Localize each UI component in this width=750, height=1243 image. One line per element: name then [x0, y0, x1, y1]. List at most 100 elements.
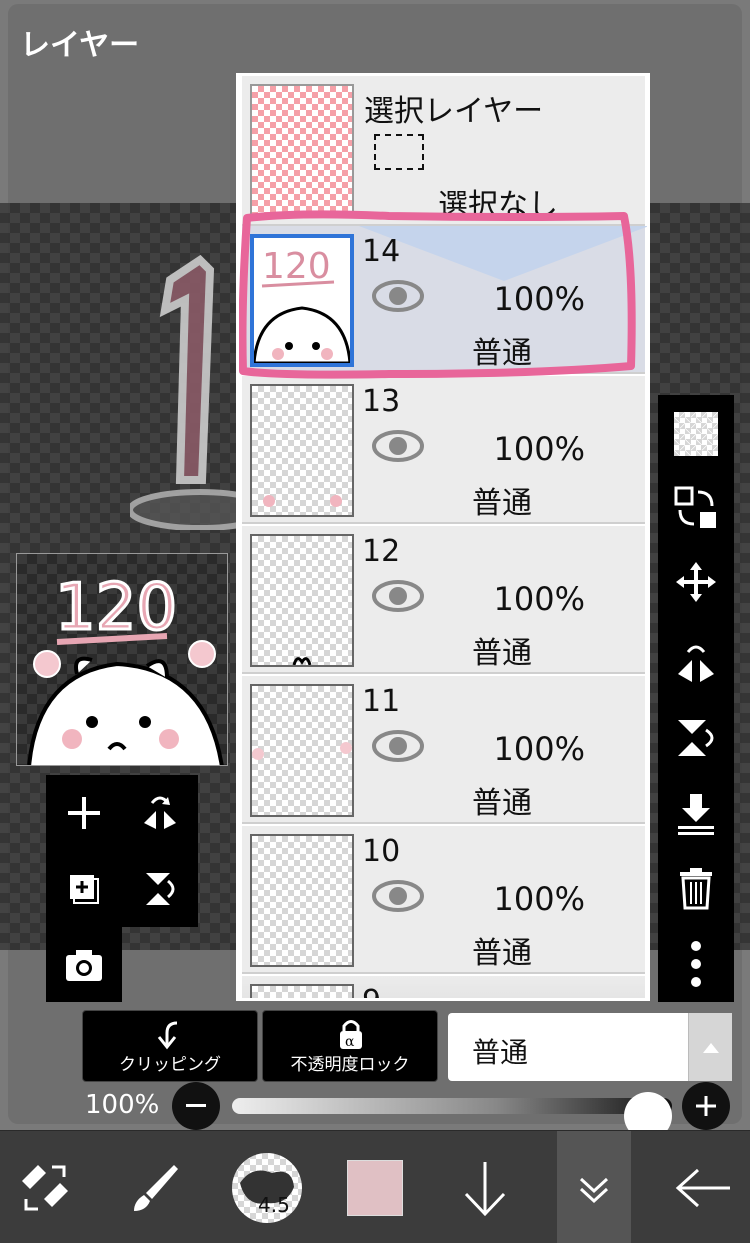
color-swatch	[347, 1159, 403, 1216]
layer-blend-mode: 普通	[472, 486, 532, 521]
layer-row-11[interactable]: 11 100% 普通	[242, 676, 645, 824]
layer-thumbnail-9	[250, 984, 354, 998]
selection-highlight-annotation	[239, 210, 636, 379]
clipping-arrow-icon	[157, 1021, 178, 1050]
selection-layer-name: 選択レイヤー	[364, 94, 544, 129]
svg-text:α: α	[345, 1034, 355, 1050]
layer-blend-mode: 普通	[472, 636, 532, 671]
opacity-increase-button[interactable]	[682, 1082, 730, 1130]
layer-preview: 120	[16, 553, 228, 766]
blend-mode-value: 普通	[472, 1036, 529, 1069]
opacity-slider-row: 100%	[0, 1082, 750, 1140]
layer-swap-button[interactable]	[658, 473, 734, 543]
flip-horizontal-icon	[678, 645, 714, 682]
layer-number: 9	[362, 984, 381, 998]
eye-icon[interactable]	[372, 430, 424, 462]
move-arrows-icon	[676, 562, 716, 602]
layer-blend-mode: 普通	[472, 936, 532, 971]
chevron-down-icon	[579, 1177, 609, 1203]
layer-row-9[interactable]: 9	[242, 976, 645, 998]
layer-number: 12	[362, 534, 401, 569]
layer-thumbnail-12	[250, 534, 354, 667]
bottom-toolbar: 4.5	[0, 1130, 750, 1243]
clipping-button[interactable]: クリッピング	[82, 1010, 258, 1082]
back-button[interactable]	[664, 1131, 744, 1243]
transparency-button[interactable]	[658, 399, 734, 469]
layer-thumbnail-11	[250, 684, 354, 817]
brush-size-preview: 4.5	[232, 1152, 302, 1223]
layer-list[interactable]: 選択レイヤー 選択なし 120 14 100% 普通 13 100% 普通 12…	[236, 73, 650, 1001]
layer-controls: クリッピング α 不透明度ロック 普通 100%	[0, 1002, 750, 1140]
layer-thumbnail-art	[292, 657, 312, 666]
layer-thumbnail-art	[252, 742, 352, 760]
arrow-left-icon	[675, 1168, 730, 1207]
layer-down-button[interactable]	[440, 1131, 530, 1243]
add-copy-layer-button[interactable]	[46, 851, 122, 927]
flip-horizontal-button[interactable]	[122, 775, 198, 851]
checkerboard-icon	[674, 412, 718, 456]
layer-number: 11	[362, 684, 401, 719]
layer-opacity: 100%	[493, 580, 585, 618]
camera-button[interactable]	[46, 927, 122, 1002]
eye-icon[interactable]	[372, 580, 424, 612]
flip-vertical-icon	[678, 720, 714, 756]
app-root: レイヤー 120 選択レイヤー 選択なし 120 14 100% 普通 13 1…	[0, 0, 750, 1243]
triangle-up-icon	[703, 1043, 719, 1053]
opacity-value: 100%	[85, 1090, 160, 1120]
opacity-lock-button[interactable]: α 不透明度ロック	[262, 1010, 438, 1082]
blend-mode-dropdown-button[interactable]	[688, 1013, 732, 1081]
layer-row-12[interactable]: 12 100% 普通	[242, 526, 645, 674]
clipping-label: クリッピング	[119, 1055, 221, 1075]
transform-tool-button[interactable]	[0, 1131, 90, 1243]
alpha-lock-icon: α	[340, 1020, 362, 1050]
opacity-lock-label: 不透明度ロック	[290, 1055, 410, 1075]
more-vertical-icon	[691, 941, 701, 987]
flip-horizontal-icon	[144, 796, 176, 829]
layer-row-13[interactable]: 13 100% 普通	[242, 376, 645, 524]
brush-icon	[134, 1164, 178, 1211]
brush-size-value: 4.5	[258, 1192, 290, 1217]
minus-icon	[186, 1104, 206, 1107]
brush-size-button[interactable]: 4.5	[222, 1131, 312, 1243]
brush-tool-button[interactable]	[110, 1131, 200, 1243]
swap-layers-icon	[674, 486, 716, 528]
layer-number: 10	[362, 834, 401, 869]
transform-eraser-icon	[22, 1164, 68, 1210]
color-button[interactable]	[330, 1131, 420, 1243]
eye-icon[interactable]	[372, 730, 424, 762]
flip-vertical-right-button[interactable]	[658, 703, 734, 773]
layer-row-10[interactable]: 10 100% 普通	[242, 826, 645, 974]
merge-down-button[interactable]	[658, 779, 734, 849]
add-layer-button[interactable]	[46, 775, 122, 851]
layers-panel-button[interactable]	[557, 1131, 631, 1243]
selection-layer-thumbnail	[250, 84, 354, 217]
layer-thumbnail-art	[263, 495, 342, 507]
camera-icon	[66, 949, 102, 981]
layer-thumbnail-10	[250, 834, 354, 967]
right-toolbar	[658, 395, 734, 1002]
window-title: レイヤー	[20, 28, 140, 63]
opacity-slider[interactable]	[232, 1092, 672, 1140]
delete-layer-button[interactable]	[658, 853, 734, 923]
preview-artwork: 120	[27, 570, 224, 765]
arrow-down-icon	[464, 1161, 506, 1216]
canvas-artwork	[130, 254, 250, 530]
more-options-button[interactable]	[658, 929, 734, 999]
opacity-decrease-button[interactable]	[172, 1082, 220, 1130]
plus-icon	[68, 797, 100, 829]
layer-opacity: 100%	[493, 430, 585, 468]
move-button[interactable]	[658, 547, 734, 617]
selection-marquee-icon	[374, 134, 424, 170]
layer-opacity: 100%	[493, 880, 585, 918]
merge-down-icon	[678, 794, 714, 835]
blend-mode-select[interactable]: 普通	[448, 1013, 732, 1081]
trash-icon	[680, 868, 712, 910]
layer-opacity: 100%	[493, 730, 585, 768]
add-layer-copy-icon	[70, 875, 99, 904]
selection-layer-row[interactable]: 選択レイヤー 選択なし	[242, 76, 645, 226]
plus-icon	[696, 1096, 716, 1116]
flip-horizontal-right-button[interactable]	[658, 627, 734, 697]
flip-vertical-button[interactable]	[122, 851, 198, 927]
layer-thumbnail-13	[250, 384, 354, 517]
eye-icon[interactable]	[372, 880, 424, 912]
